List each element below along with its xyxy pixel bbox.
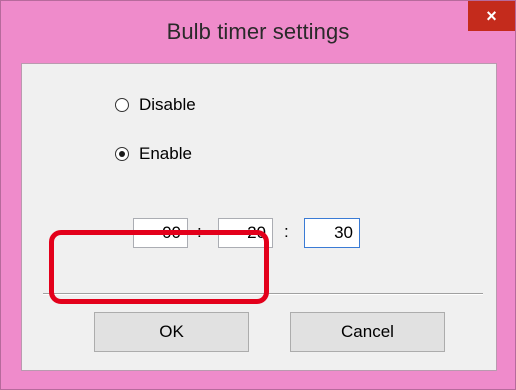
radio-disable-label: Disable <box>139 95 196 114</box>
dialog-title: Bulb timer settings <box>166 19 350 44</box>
time-separator: : <box>284 222 289 241</box>
minutes-field[interactable] <box>218 218 273 248</box>
radio-disable[interactable]: Disable <box>115 95 196 115</box>
cancel-button[interactable]: Cancel <box>290 312 445 352</box>
radio-disable-indicator[interactable] <box>115 98 129 112</box>
dialog-window: Bulb timer settings × Disable Enable : :… <box>0 0 516 390</box>
seconds-field[interactable] <box>304 218 360 248</box>
close-icon: × <box>486 5 497 26</box>
title-bar: Bulb timer settings × <box>1 1 515 63</box>
close-button[interactable]: × <box>468 1 515 31</box>
hours-field[interactable] <box>133 218 188 248</box>
dialog-content: Disable Enable : : OK Cancel <box>21 63 497 371</box>
radio-enable-label: Enable <box>139 144 192 163</box>
radio-enable[interactable]: Enable <box>115 144 192 164</box>
radio-enable-indicator[interactable] <box>115 147 129 161</box>
ok-button[interactable]: OK <box>94 312 249 352</box>
divider <box>43 293 483 295</box>
time-separator: : <box>197 222 202 241</box>
